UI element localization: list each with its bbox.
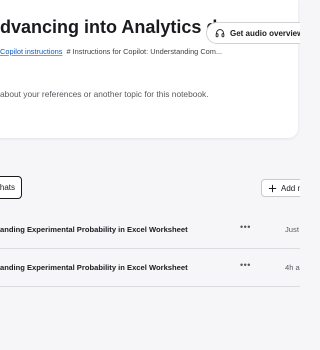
chat-title: anding Experimental Probability in Excel… [0, 225, 188, 234]
chat-title: anding Experimental Probability in Excel… [0, 263, 188, 272]
chat-list-item[interactable]: anding Experimental Probability in Excel… [0, 249, 300, 287]
chat-list: anding Experimental Probability in Excel… [0, 211, 300, 287]
tab-chats[interactable]: Chats [0, 176, 22, 199]
reference-links: Copilot instructions # Instructions for … [0, 45, 222, 57]
hash-icon: # [66, 46, 71, 56]
plus-icon [268, 184, 277, 192]
chat-timestamp: 4h a [285, 263, 300, 272]
tab-chats-label: Chats [0, 183, 15, 192]
notebook-description-input[interactable]: about your references or another topic f… [0, 89, 209, 99]
get-audio-overview-label: Get audio overview [230, 28, 300, 38]
add-new-button[interactable]: Add n [261, 179, 300, 197]
chat-timestamp: Just [285, 225, 299, 234]
more-options-icon[interactable]: ••• [240, 259, 252, 273]
chat-list-item[interactable]: anding Experimental Probability in Excel… [0, 211, 300, 249]
copilot-instructions-link[interactable]: Copilot instructions [0, 47, 62, 56]
more-options-icon[interactable]: ••• [240, 221, 252, 235]
get-audio-overview-button[interactable]: Get audio overview [206, 22, 300, 44]
add-new-label: Add n [281, 183, 300, 193]
headphones-icon [215, 29, 225, 38]
notebook-page: dvancing into Analytics demo Get audio o… [0, 0, 300, 350]
instructions-page-link[interactable]: Instructions for Copilot: Understanding … [73, 47, 223, 56]
